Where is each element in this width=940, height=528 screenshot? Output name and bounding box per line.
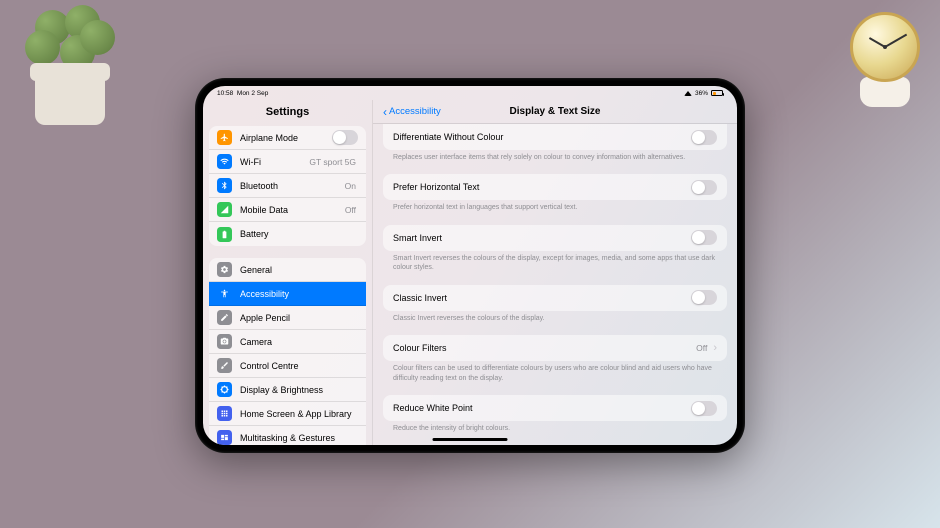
sidebar-scroll[interactable]: Airplane ModeWi-FiGT sport 5GBluetoothOn…: [203, 126, 372, 445]
wifi-status-icon: [684, 91, 692, 96]
setting-row-reduce-white-point[interactable]: Reduce White Point: [383, 395, 727, 421]
airplane-icon: [217, 130, 232, 145]
sidebar-item-battery[interactable]: Battery: [209, 222, 366, 246]
toggle-airplane[interactable]: [332, 130, 358, 145]
setting-row-colour-filters[interactable]: Colour FiltersOff ›: [383, 335, 727, 361]
sidebar-item-general[interactable]: General: [209, 258, 366, 282]
decor-plant: [20, 5, 120, 125]
sidebar-item-multitasking-gestures[interactable]: Multitasking & Gestures: [209, 426, 366, 445]
sidebar-item-label: General: [240, 265, 358, 275]
setting-label: Colour Filters: [393, 343, 696, 353]
general-icon: [217, 262, 232, 277]
page-title: Display & Text Size: [510, 106, 601, 117]
battery-icon: [711, 90, 723, 96]
sidebar-item-label: Camera: [240, 337, 358, 347]
setting-row-smart-invert[interactable]: Smart Invert: [383, 225, 727, 251]
toggle[interactable]: [691, 230, 717, 245]
sidebar-group-connectivity: Airplane ModeWi-FiGT sport 5GBluetoothOn…: [209, 126, 366, 246]
status-date: Mon 2 Sep: [237, 90, 268, 97]
home-icon: [217, 406, 232, 421]
sidebar-item-home-screen-app-library[interactable]: Home Screen & App Library: [209, 402, 366, 426]
setting-footer: Prefer horizontal text in languages that…: [383, 200, 727, 220]
setting-row-prefer-horizontal-text[interactable]: Prefer Horizontal Text: [383, 174, 727, 200]
wifi-icon: [217, 154, 232, 169]
setting-label: Prefer Horizontal Text: [393, 182, 691, 192]
chevron-left-icon: ‹: [383, 106, 387, 118]
ipad-device: 10:58 Mon 2 Sep 36% Settings Airplane Mo…: [195, 78, 745, 453]
setting-footer: Colour filters can be used to differenti…: [383, 361, 727, 391]
battery-percent: 36%: [695, 90, 708, 97]
sidebar-item-accessibility[interactable]: Accessibility: [209, 282, 366, 306]
bluetooth-icon: [217, 178, 232, 193]
setting-label: Differentiate Without Colour: [393, 132, 691, 142]
battery-icon: [217, 227, 232, 242]
sidebar-item-label: Multitasking & Gestures: [240, 433, 358, 443]
detail-header: ‹ Accessibility Display & Text Size: [373, 100, 737, 124]
home-indicator[interactable]: [433, 438, 508, 441]
screen: 10:58 Mon 2 Sep 36% Settings Airplane Mo…: [203, 86, 737, 445]
sidebar-item-label: Home Screen & App Library: [240, 409, 358, 419]
status-left: 10:58 Mon 2 Sep: [217, 90, 268, 97]
sidebar-item-bluetooth[interactable]: BluetoothOn: [209, 174, 366, 198]
sidebar-item-value: On: [345, 181, 356, 191]
sidebar-item-apple-pencil[interactable]: Apple Pencil: [209, 306, 366, 330]
sidebar-item-value: GT sport 5G: [309, 157, 356, 167]
back-button[interactable]: ‹ Accessibility: [383, 106, 441, 118]
detail-group: Classic Invert: [383, 285, 727, 311]
toggle[interactable]: [691, 130, 717, 145]
multi-icon: [217, 430, 232, 445]
setting-value: Off: [696, 343, 707, 353]
sidebar-item-label: Airplane Mode: [240, 133, 332, 143]
sidebar-item-value: Off: [345, 205, 356, 215]
sidebar-item-airplane-mode[interactable]: Airplane Mode: [209, 126, 366, 150]
chevron-right-icon: ›: [713, 342, 717, 354]
setting-footer: Classic Invert reverses the colours of t…: [383, 311, 727, 331]
sidebar-item-label: Apple Pencil: [240, 313, 358, 323]
toggle[interactable]: [691, 290, 717, 305]
mobiledata-icon: [217, 202, 232, 217]
sidebar-item-mobile-data[interactable]: Mobile DataOff: [209, 198, 366, 222]
display-icon: [217, 382, 232, 397]
detail-scroll[interactable]: Differentiate Without Colour Replaces use…: [373, 124, 737, 445]
status-right: 36%: [684, 90, 723, 97]
toggle[interactable]: [691, 180, 717, 195]
toggle[interactable]: [691, 401, 717, 416]
sidebar-item-wi-fi[interactable]: Wi-FiGT sport 5G: [209, 150, 366, 174]
setting-footer: Replaces user interface items that rely …: [383, 150, 727, 170]
sidebar-item-label: Display & Brightness: [240, 385, 358, 395]
detail-pane: ‹ Accessibility Display & Text Size Diff…: [373, 100, 737, 445]
status-time: 10:58: [217, 90, 233, 97]
detail-group: Differentiate Without Colour: [383, 124, 727, 150]
sidebar-item-control-centre[interactable]: Control Centre: [209, 354, 366, 378]
control-icon: [217, 358, 232, 373]
detail-group: Colour FiltersOff ›: [383, 335, 727, 361]
accessibility-icon: [217, 286, 232, 301]
setting-footer: Smart Invert reverses the colours of the…: [383, 251, 727, 281]
sidebar-item-display-brightness[interactable]: Display & Brightness: [209, 378, 366, 402]
back-label: Accessibility: [389, 106, 441, 117]
decor-clock: [850, 12, 920, 107]
detail-group: Smart Invert: [383, 225, 727, 251]
settings-sidebar: Settings Airplane ModeWi-FiGT sport 5GBl…: [203, 100, 373, 445]
sidebar-item-label: Control Centre: [240, 361, 358, 371]
setting-label: Reduce White Point: [393, 403, 691, 413]
detail-group: Reduce White Point: [383, 395, 727, 421]
setting-row-classic-invert[interactable]: Classic Invert: [383, 285, 727, 311]
sidebar-item-label: Battery: [240, 229, 358, 239]
sidebar-item-label: Accessibility: [240, 289, 358, 299]
sidebar-title: Settings: [203, 100, 372, 126]
setting-label: Classic Invert: [393, 293, 691, 303]
sidebar-item-label: Mobile Data: [240, 205, 345, 215]
setting-row-differentiate-without-colour[interactable]: Differentiate Without Colour: [383, 124, 727, 150]
sidebar-item-label: Bluetooth: [240, 181, 345, 191]
detail-group: Prefer Horizontal Text: [383, 174, 727, 200]
sidebar-item-camera[interactable]: Camera: [209, 330, 366, 354]
camera-icon: [217, 334, 232, 349]
status-bar: 10:58 Mon 2 Sep 36%: [203, 86, 737, 100]
sidebar-item-label: Wi-Fi: [240, 157, 309, 167]
setting-label: Smart Invert: [393, 233, 691, 243]
sidebar-group-general: General Accessibility Apple Pencil Camera Co…: [209, 258, 366, 445]
pencil-icon: [217, 310, 232, 325]
